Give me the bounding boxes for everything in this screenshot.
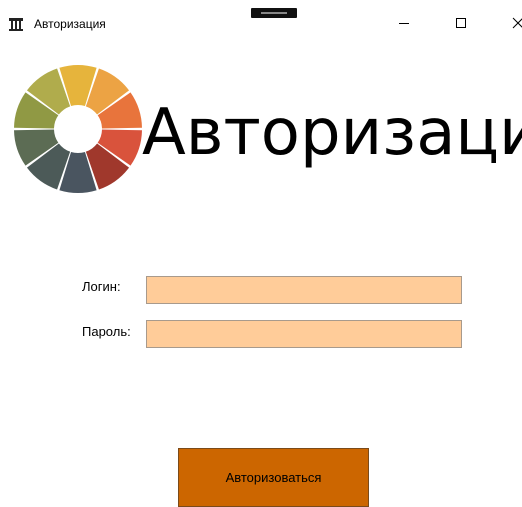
password-label: Пароль: bbox=[82, 324, 131, 339]
close-button[interactable] bbox=[495, 6, 522, 40]
close-icon bbox=[512, 17, 522, 29]
maximize-button[interactable] bbox=[438, 6, 484, 40]
auth-window: Авторизация Авторизация Логин: Пароль: А… bbox=[0, 0, 522, 507]
page-title: Авторизация bbox=[142, 96, 522, 170]
password-input[interactable] bbox=[146, 320, 462, 348]
drag-handle[interactable] bbox=[251, 8, 297, 18]
login-button[interactable]: Авторизоваться bbox=[178, 448, 369, 507]
minimize-icon bbox=[399, 23, 409, 24]
title-bar[interactable]: Авторизация bbox=[0, 0, 522, 46]
minimize-button[interactable] bbox=[381, 6, 427, 40]
maximize-icon bbox=[456, 18, 466, 28]
app-icon bbox=[9, 18, 23, 31]
login-label: Логин: bbox=[82, 279, 121, 294]
color-wheel-logo bbox=[14, 65, 142, 193]
login-input[interactable] bbox=[146, 276, 462, 304]
window-title: Авторизация bbox=[34, 17, 106, 31]
